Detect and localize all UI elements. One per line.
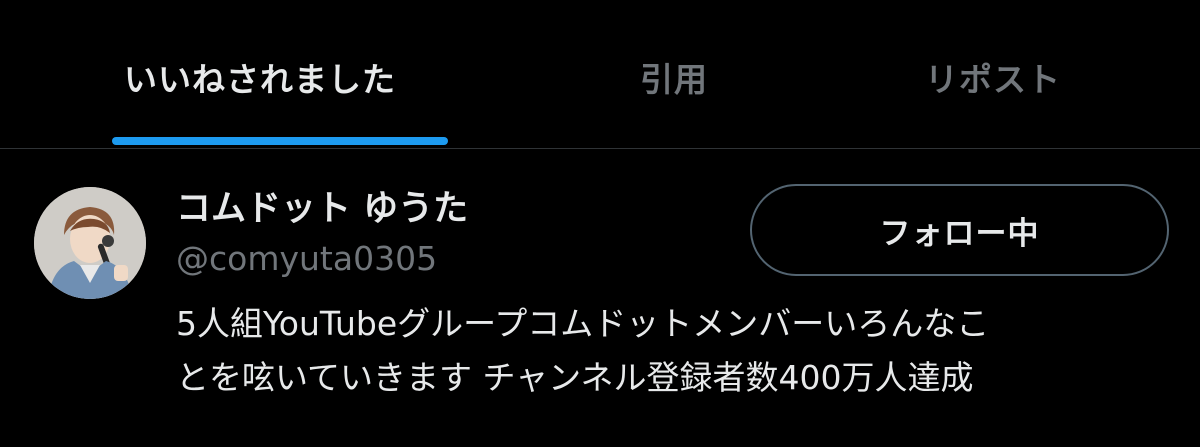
tab-bar: いいねされました 引用 リポスト (0, 0, 1200, 149)
following-button[interactable]: フォロー中 (750, 184, 1169, 276)
avatar[interactable] (34, 187, 146, 299)
user-list-item[interactable]: コムドット ゆうた @comyuta0305 フォロー中 5人組YouTubeグ… (0, 149, 1200, 447)
avatar-photo (34, 187, 146, 299)
display-name[interactable]: コムドット ゆうた (176, 181, 468, 237)
tab-liked-by[interactable]: いいねされました (124, 50, 396, 110)
bio-line: 5人組YouTubeグループコムドットメンバーいろんなこ (176, 304, 990, 343)
user-handle[interactable]: @comyuta0305 (176, 234, 437, 284)
active-tab-indicator (112, 137, 448, 145)
user-bio: 5人組YouTubeグループコムドットメンバーいろんなこ とを呟いていきます チ… (176, 297, 1176, 405)
tab-reposts[interactable]: リポスト (925, 50, 1061, 110)
bio-line: とを呟いていきます チャンネル登録者数400万人達成 (176, 358, 974, 397)
tab-quotes[interactable]: 引用 (640, 50, 708, 110)
